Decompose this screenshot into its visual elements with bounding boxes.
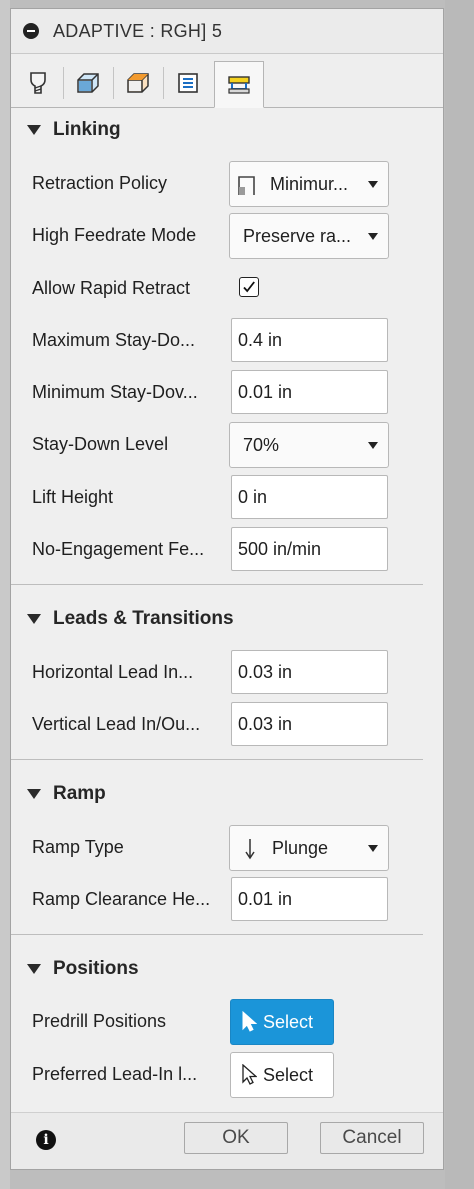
cursor-arrow-icon [242, 1011, 257, 1032]
section-positions-header[interactable]: Positions [27, 954, 139, 984]
row-no-engagement-feed: No-Engagement Fe... 500 in/min [11, 527, 443, 571]
section-title: Ramp [53, 783, 106, 804]
linking-icon [228, 75, 250, 94]
title-bar[interactable]: ADAPTIVE : RGH] 5 [11, 9, 443, 54]
section-title: Leads & Transitions [53, 608, 234, 629]
background-left [0, 0, 10, 1189]
geometry-icon [77, 73, 99, 93]
row-lift-height: Lift Height 0 in [11, 475, 443, 519]
no-engagement-feed-input[interactable]: 500 in/min [231, 527, 388, 571]
dialog-footer: i OK Cancel [11, 1112, 443, 1169]
tab-bar [11, 61, 443, 108]
high-feedrate-mode-dropdown[interactable]: Preserve ra... [229, 213, 389, 259]
dialog-title: ADAPTIVE : RGH] 5 [53, 20, 223, 41]
horizontal-lead-input[interactable]: 0.03 in [231, 650, 388, 694]
tool-icon [30, 72, 46, 94]
field-label: Maximum Stay-Do... [32, 330, 196, 350]
field-label: Ramp Clearance He... [32, 889, 211, 909]
row-allow-rapid-retract: Allow Rapid Retract [11, 266, 443, 310]
field-label: Allow Rapid Retract [32, 278, 191, 298]
field-label: Vertical Lead In/Ou... [32, 714, 201, 734]
predrill-select-button[interactable]: Select [230, 999, 334, 1045]
adaptive-dialog: ADAPTIVE : RGH] 5 Linking Retraction Pol… [10, 8, 444, 1170]
tab-passes[interactable] [163, 61, 213, 105]
field-label: Retraction Policy [32, 173, 168, 193]
min-stay-down-input[interactable]: 0.01 in [231, 370, 388, 414]
cursor-arrow-icon [242, 1064, 257, 1085]
tab-geometry[interactable] [63, 61, 113, 105]
tab-heights[interactable] [113, 61, 163, 105]
ramp-clearance-input[interactable]: 0.01 in [231, 877, 388, 921]
field-label: High Feedrate Mode [32, 225, 197, 245]
section-title: Positions [53, 958, 139, 979]
stay-down-level-dropdown[interactable]: 70% [229, 422, 389, 468]
retraction-icon [238, 176, 255, 195]
row-min-stay-down: Minimum Stay-Dov... 0.01 in [11, 370, 443, 414]
field-label: Lift Height [32, 487, 114, 507]
row-retraction-policy: Retraction Policy Minimur... [11, 161, 443, 207]
row-vertical-lead: Vertical Lead In/Ou... 0.03 in [11, 702, 443, 746]
section-divider [11, 584, 423, 585]
tab-linking[interactable] [214, 61, 264, 108]
heights-icon [127, 73, 149, 93]
expand-triangle-icon[interactable] [27, 964, 41, 974]
ok-button[interactable]: OK [184, 1122, 288, 1154]
row-high-feedrate-mode: High Feedrate Mode Preserve ra... [11, 213, 443, 259]
cancel-button[interactable]: Cancel [320, 1122, 424, 1154]
section-title: Linking [53, 119, 121, 140]
row-preferred-lead-in: Preferred Lead-In l... Select [11, 1052, 443, 1098]
plunge-arrow-icon [245, 839, 255, 860]
parameters-panel: Linking Retraction Policy Minimur... Hig… [11, 108, 443, 1113]
expand-triangle-icon[interactable] [27, 125, 41, 135]
chevron-down-icon [368, 442, 378, 449]
lift-height-input[interactable]: 0 in [231, 475, 388, 519]
retraction-policy-dropdown[interactable]: Minimur... [229, 161, 389, 207]
field-label: Horizontal Lead In... [32, 662, 194, 682]
row-ramp-type: Ramp Type Plunge [11, 825, 443, 871]
passes-icon [178, 73, 198, 93]
row-horizontal-lead: Horizontal Lead In... 0.03 in [11, 650, 443, 694]
row-ramp-clearance: Ramp Clearance He... 0.01 in [11, 877, 443, 921]
chevron-down-icon [368, 233, 378, 240]
vertical-lead-input[interactable]: 0.03 in [231, 702, 388, 746]
section-ramp-header[interactable]: Ramp [27, 779, 106, 809]
field-label: Ramp Type [32, 837, 124, 857]
expand-triangle-icon[interactable] [27, 789, 41, 799]
section-linking-header[interactable]: Linking [27, 115, 121, 145]
max-stay-down-input[interactable]: 0.4 in [231, 318, 388, 362]
row-stay-down-level: Stay-Down Level 70% [11, 422, 443, 468]
expand-triangle-icon[interactable] [27, 614, 41, 624]
background-right [445, 0, 474, 1189]
field-label: Preferred Lead-In l... [32, 1064, 198, 1084]
ramp-type-dropdown[interactable]: Plunge [229, 825, 389, 871]
field-label: Predrill Positions [32, 1011, 167, 1031]
info-icon[interactable]: i [36, 1130, 56, 1150]
row-predrill-positions: Predrill Positions Select [11, 999, 443, 1045]
section-divider [11, 759, 423, 760]
collapse-icon[interactable] [23, 23, 39, 39]
tab-tool[interactable] [13, 61, 63, 105]
field-label: Stay-Down Level [32, 434, 169, 454]
preferred-lead-in-select-button[interactable]: Select [230, 1052, 334, 1098]
chevron-down-icon [368, 181, 378, 188]
field-label: Minimum Stay-Dov... [32, 382, 198, 402]
checkmark-icon [243, 281, 255, 293]
allow-rapid-retract-checkbox[interactable] [239, 277, 259, 297]
row-max-stay-down: Maximum Stay-Do... 0.4 in [11, 318, 443, 362]
section-divider [11, 934, 423, 935]
field-label: No-Engagement Fe... [32, 539, 205, 559]
chevron-down-icon [368, 845, 378, 852]
section-leads-header[interactable]: Leads & Transitions [27, 604, 234, 634]
